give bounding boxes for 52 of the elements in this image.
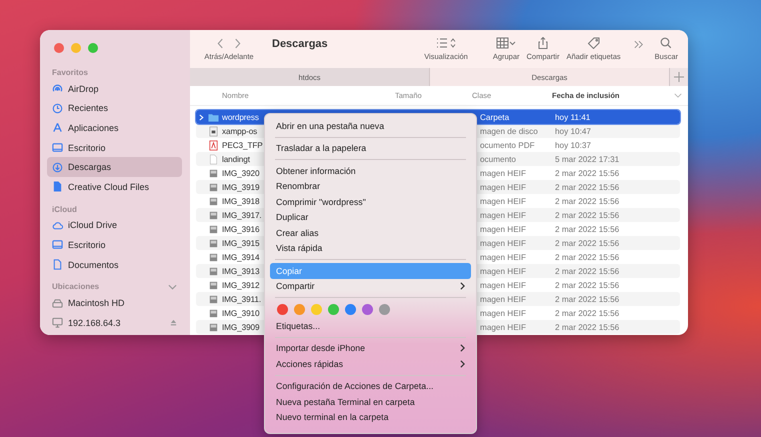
file-date: 2 mar 2022 15:56 (555, 210, 620, 220)
file-kind: magen HEIF (480, 280, 527, 290)
file-date: 2 mar 2022 15:56 (555, 294, 620, 304)
file-name: IMG_3916 (222, 224, 260, 234)
file-kind: magen HEIF (480, 294, 527, 304)
file-date: 5 mar 2022 17:31 (555, 154, 620, 164)
file-name: IMG_3918 (222, 196, 260, 206)
file-kind: magen HEIF (480, 322, 527, 332)
file-date: hoy 11:41 (555, 112, 590, 122)
file-date: 2 mar 2022 15:56 (555, 196, 620, 206)
sidebar-heading: Favoritos (52, 68, 88, 77)
file-kind: magen HEIF (480, 252, 527, 262)
file-kind: magen HEIF (480, 308, 527, 318)
file-name: IMG_3909 (222, 322, 260, 332)
file-date: 2 mar 2022 15:56 (555, 238, 620, 248)
file-name: IMG_3913 (222, 266, 260, 276)
file-kind: magen HEIF (480, 238, 527, 248)
file-date: 2 mar 2022 15:56 (555, 252, 620, 262)
file-kind: magen HEIF (480, 224, 527, 234)
file-name: IMG_3920 (222, 168, 260, 178)
file-name: IMG_3910 (222, 308, 260, 318)
file-kind: magen HEIF (480, 182, 527, 192)
file-kind: magen HEIF (480, 168, 527, 178)
file-name: xampp-os (222, 126, 258, 136)
file-kind: ocumento (480, 154, 517, 164)
file-name: IMG_3912 (222, 280, 260, 290)
file-kind: magen HEIF (480, 196, 527, 206)
file-date: 2 mar 2022 15:56 (555, 308, 620, 318)
file-kind: magen HEIF (480, 266, 527, 276)
file-name: wordpress (222, 112, 260, 122)
file-date: 2 mar 2022 15:56 (555, 168, 620, 178)
file-name: IMG_3911. (222, 294, 262, 304)
file-date: 2 mar 2022 15:56 (555, 280, 620, 290)
file-kind: ocumento PDF (480, 140, 536, 150)
file-name: PEC3_TFP (222, 140, 264, 150)
file-kind: magen HEIF (480, 210, 527, 220)
file-date: 2 mar 2022 15:56 (555, 266, 620, 276)
sidebar-heading: iCloud (52, 204, 77, 214)
sidebar-heading: Ubicaciones (52, 282, 100, 292)
file-name: IMG_3917. (222, 210, 263, 220)
file-date: 2 mar 2022 15:56 (555, 182, 620, 192)
file-name: IMG_3915 (222, 238, 260, 248)
file-name: IMG_3914 (222, 252, 260, 262)
file-date: hoy 10:37 (555, 140, 591, 150)
file-name: IMG_3919 (222, 182, 260, 192)
window-title: Descargas (272, 38, 328, 50)
file-kind: Carpeta (480, 112, 510, 122)
file-kind: magen de disco (480, 126, 539, 136)
file-date: 2 mar 2022 15:56 (555, 322, 620, 332)
file-date: 2 mar 2022 15:56 (555, 224, 620, 234)
file-name: landingt (222, 154, 251, 164)
file-date: hoy 10:47 (555, 126, 591, 136)
